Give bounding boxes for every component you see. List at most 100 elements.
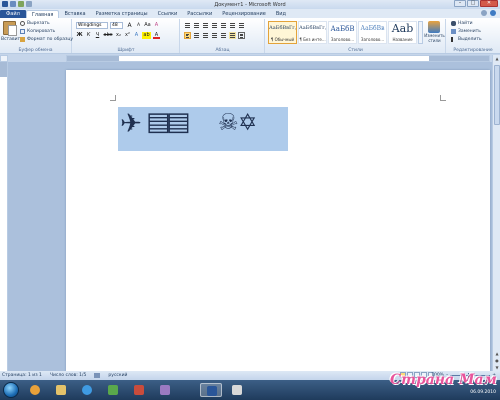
align-right-icon[interactable] xyxy=(202,32,209,39)
style-normal[interactable]: АаБбВвГг, ¶ Обычный xyxy=(268,21,297,44)
editing-group: Найти Заменить Выделить Редактирование xyxy=(447,19,499,53)
star-of-david-icon[interactable]: ✡ xyxy=(238,110,257,136)
taskbar-app[interactable] xyxy=(128,383,150,397)
style-sample: АаБбВвГг, xyxy=(269,25,297,31)
media-player-icon xyxy=(30,385,40,395)
numbering-icon[interactable] xyxy=(193,22,200,29)
scroll-up-icon[interactable]: ▲ xyxy=(494,56,500,62)
subscript-button[interactable]: x₂ xyxy=(115,32,122,39)
show-marks-icon[interactable] xyxy=(238,22,245,29)
underline-button[interactable]: Ч xyxy=(94,32,101,39)
ribbon-tabs: Файл Главная Вставка Разметка страницы С… xyxy=(0,9,500,18)
tab-insert[interactable]: Вставка xyxy=(59,10,90,18)
scroll-thumb[interactable] xyxy=(494,65,500,125)
copy-button[interactable]: Копировать xyxy=(20,29,55,34)
change-styles-label: Изменить стили xyxy=(424,33,445,43)
help-icon[interactable] xyxy=(490,10,496,16)
style-heading-1[interactable]: АаБбВ Заголово... xyxy=(328,21,357,44)
multilevel-list-icon[interactable] xyxy=(202,22,209,29)
minimize-button[interactable]: – xyxy=(454,0,466,7)
tab-review[interactable]: Рецензирование xyxy=(217,10,271,18)
browse-object-icon[interactable]: ● xyxy=(494,358,500,364)
skull-crossbones-icon[interactable]: ☠ xyxy=(218,110,239,136)
tab-page-layout[interactable]: Разметка страницы xyxy=(91,10,153,18)
justify-icon[interactable] xyxy=(211,32,218,39)
find-button[interactable]: Найти xyxy=(451,21,473,26)
italic-button[interactable]: К xyxy=(85,32,92,39)
grow-font-button[interactable]: A xyxy=(126,22,133,29)
text-selection[interactable]: ✈ ▤ ▤ ☠ ✡ xyxy=(118,107,288,151)
align-left-icon[interactable] xyxy=(184,32,191,39)
font-color-button[interactable]: A xyxy=(153,32,160,39)
change-styles-button[interactable]: Изменить стили xyxy=(424,21,445,45)
bold-button[interactable]: Ж xyxy=(76,32,83,39)
minimize-ribbon-icon[interactable] xyxy=(481,10,487,16)
bullets-icon[interactable] xyxy=(184,22,191,29)
style-heading-2[interactable]: АаБбВв Заголово... xyxy=(358,21,387,44)
scissors-icon xyxy=(20,21,25,26)
clipboard-group-label: Буфер обмена xyxy=(18,48,53,53)
borders-icon[interactable] xyxy=(238,32,245,39)
shading-icon[interactable] xyxy=(229,32,236,39)
taskbar-photos[interactable] xyxy=(154,383,176,397)
start-button[interactable] xyxy=(3,382,19,398)
document-icon[interactable]: ▤ xyxy=(166,107,191,137)
taskbar-word[interactable] xyxy=(200,383,222,397)
page-count[interactable]: Страница: 1 из 1 xyxy=(2,373,42,378)
alignment-buttons xyxy=(184,32,245,39)
tab-file[interactable]: Файл xyxy=(0,10,26,18)
replace-button[interactable]: Заменить xyxy=(451,29,481,34)
language-indicator[interactable]: русский xyxy=(108,373,127,378)
select-button[interactable]: Выделить xyxy=(451,37,482,42)
document-page[interactable]: ✈ ▤ ▤ ☠ ✡ xyxy=(66,70,490,380)
align-center-icon[interactable] xyxy=(193,32,200,39)
font-name-combo[interactable]: Wingdings xyxy=(76,22,108,29)
binoculars-icon xyxy=(451,21,456,26)
vertical-scrollbar[interactable]: ▲ ▲ ● ▼ xyxy=(492,55,500,371)
tab-references[interactable]: Ссылки xyxy=(153,10,183,18)
highlight-button[interactable]: ab xyxy=(142,32,151,39)
ruler-toggle-button[interactable] xyxy=(0,55,8,62)
text-effects-button[interactable]: A xyxy=(133,32,140,39)
clear-format-button[interactable]: A xyxy=(153,22,160,29)
taskbar-media-player[interactable] xyxy=(24,383,46,397)
decrease-indent-icon[interactable] xyxy=(211,22,218,29)
style-name: ¶ Без инте... xyxy=(299,37,326,42)
change-case-button[interactable]: Aa xyxy=(144,22,151,29)
spellcheck-icon[interactable] xyxy=(94,373,101,378)
superscript-button[interactable]: x² xyxy=(124,32,131,39)
style-no-spacing[interactable]: АаБбВвГг, ¶ Без инте... xyxy=(298,21,327,44)
word-count[interactable]: Число слов: 1/5 xyxy=(50,373,87,378)
taskbar-explorer[interactable] xyxy=(50,383,72,397)
maximize-button[interactable]: □ xyxy=(467,0,479,7)
ruler-margin-right xyxy=(429,56,489,61)
line-spacing-icon[interactable] xyxy=(220,32,227,39)
shrink-font-button[interactable]: A xyxy=(135,22,142,29)
cut-button[interactable]: Вырезать xyxy=(20,21,50,26)
tab-view[interactable]: Вид xyxy=(271,10,291,18)
format-painter-button[interactable]: Формат по образцу xyxy=(20,37,73,42)
increase-indent-icon[interactable] xyxy=(220,22,227,29)
ribbon-help xyxy=(481,10,496,16)
globe-icon xyxy=(82,385,92,395)
previous-page-icon[interactable]: ▲ xyxy=(494,351,500,357)
tab-home[interactable]: Главная xyxy=(25,10,60,18)
app-icon xyxy=(134,385,144,395)
close-button[interactable]: ✕ xyxy=(480,0,498,7)
taskbar-browser[interactable] xyxy=(76,383,98,397)
strikethrough-button[interactable]: abc xyxy=(103,32,113,39)
airplane-icon[interactable]: ✈ xyxy=(120,109,142,139)
taskbar-mail[interactable] xyxy=(226,383,248,397)
taskbar-shield[interactable] xyxy=(102,383,124,397)
font-size-combo[interactable]: 48 xyxy=(110,22,123,29)
style-title[interactable]: Aab Название xyxy=(388,21,417,44)
styles-scroll[interactable] xyxy=(418,21,423,44)
horizontal-ruler[interactable] xyxy=(66,55,490,62)
sort-icon[interactable] xyxy=(229,22,236,29)
mail-icon xyxy=(232,385,242,395)
paste-icon[interactable] xyxy=(3,21,17,36)
taskbar-date[interactable]: 06.09.2010 xyxy=(470,390,496,395)
tab-mailings[interactable]: Рассылки xyxy=(182,10,217,18)
style-sample: АаБбВв xyxy=(360,25,385,32)
vertical-ruler[interactable] xyxy=(0,62,8,371)
